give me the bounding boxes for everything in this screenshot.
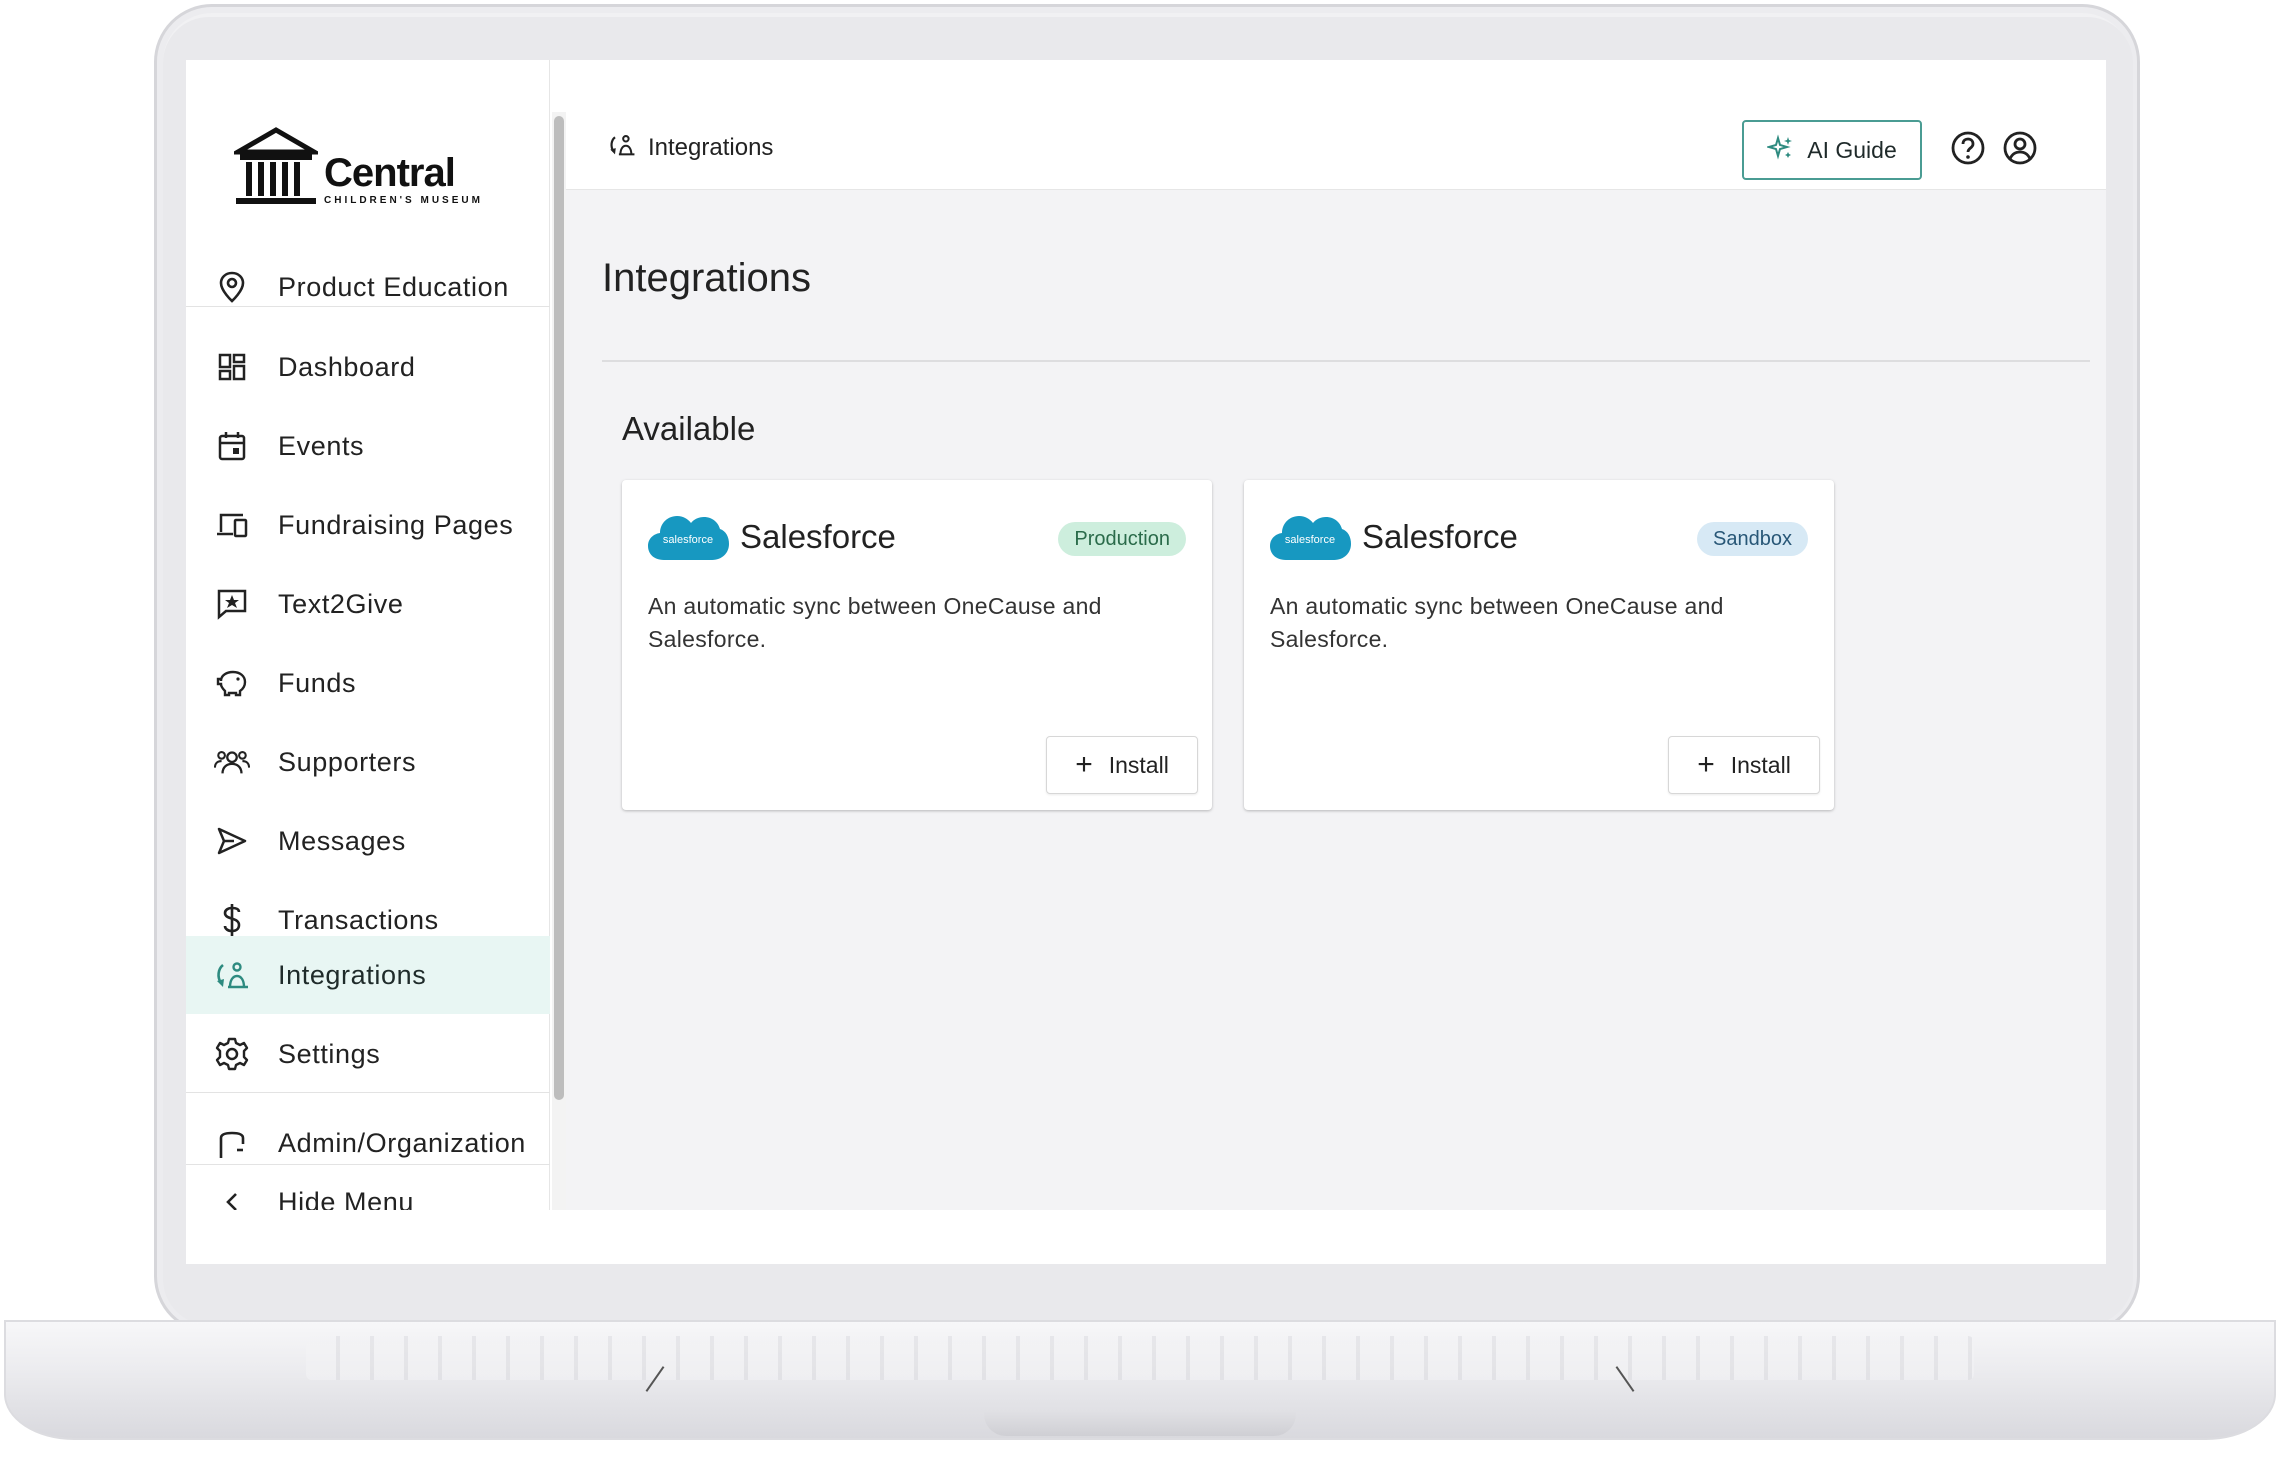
sidebar-item-label: Messages: [278, 825, 406, 856]
help-button[interactable]: [1946, 128, 1990, 172]
page-title: Integrations: [602, 256, 812, 300]
section-title-available: Available: [622, 410, 756, 447]
ai-guide-label: AI Guide: [1807, 136, 1897, 163]
breadcrumb-label: Integrations: [648, 133, 774, 161]
card-description: An automatic sync between OneCause and S…: [1270, 593, 1724, 652]
dollar-icon: [214, 902, 250, 938]
user-circle-icon: [2002, 130, 2038, 171]
integration-card-salesforce-sandbox: salesforce Salesforce Sandbox An automat…: [1244, 480, 1834, 810]
sidebar-item-label: Events: [278, 430, 365, 461]
sidebar-item-label: Dashboard: [278, 351, 416, 382]
sidebar-item-label: Text2Give: [278, 588, 404, 619]
admin-icon: [214, 1128, 250, 1164]
sidebar-scrollbar-thumb[interactable]: [554, 116, 564, 1100]
dashboard-icon: [214, 349, 250, 385]
brand-name: Central: [324, 151, 456, 195]
sidebar-item-label: Funds: [278, 667, 357, 698]
message-star-icon: [214, 586, 250, 622]
sidebar-item-settings[interactable]: Settings: [186, 1015, 550, 1093]
brand-subtitle: CHILDREN'S MUSEUM: [324, 195, 483, 206]
salesforce-logo-icon: salesforce: [1270, 516, 1351, 560]
salesforce-logo-icon: salesforce: [648, 516, 729, 560]
screen-bottom-margin: [186, 1210, 2106, 1264]
svg-text:salesforce: salesforce: [663, 534, 713, 546]
sidebar-item-text2give[interactable]: Text2Give: [186, 565, 550, 643]
sidebar-item-integrations[interactable]: Integrations: [186, 936, 550, 1014]
sidebar-item-label: Supporters: [278, 746, 417, 777]
ai-guide-button[interactable]: AI Guide: [1742, 120, 1922, 180]
laptop-keyboard: [306, 1336, 1974, 1380]
sidebar-item-supporters[interactable]: Supporters: [186, 723, 550, 801]
laptop-hinge: [984, 1410, 1296, 1436]
card-title: Salesforce: [1362, 518, 1518, 555]
sidebar-item-dashboard[interactable]: Dashboard: [186, 328, 550, 406]
status-badge: Production: [1058, 522, 1186, 556]
sidebar-item-fundraising-pages[interactable]: Fundraising Pages: [186, 486, 550, 564]
sidebar-item-label: Product Education: [278, 271, 509, 302]
sidebar: Central CHILDREN'S MUSEUM Product Educat…: [186, 60, 550, 1217]
install-label: Install: [1108, 751, 1169, 778]
map-pin-icon: [214, 269, 250, 305]
people-icon: [214, 744, 250, 780]
help-icon: [1950, 130, 1986, 171]
send-icon: [214, 823, 250, 859]
status-badge: Sandbox: [1697, 522, 1808, 556]
piggy-bank-icon: [214, 665, 250, 701]
sidebar-divider: [186, 306, 550, 307]
calendar-icon: [214, 428, 250, 464]
gear-icon: [214, 1036, 250, 1072]
brand-logo[interactable]: Central CHILDREN'S MUSEUM: [234, 122, 506, 210]
sidebar-item-label: Fundraising Pages: [278, 509, 514, 540]
devices-icon: [214, 507, 250, 543]
plus-icon: +: [1075, 748, 1093, 781]
title-divider: [602, 360, 2090, 362]
card-description: An automatic sync between OneCause and S…: [648, 593, 1102, 652]
sidebar-item-events[interactable]: Events: [186, 407, 550, 485]
sidebar-item-funds[interactable]: Funds: [186, 644, 550, 722]
sidebar-item-label: Settings: [278, 1038, 381, 1069]
main-content: Integrations AI Guide Integrations Avail…: [566, 60, 2106, 1210]
plus-icon: +: [1697, 748, 1715, 781]
sidebar-divider: [186, 1092, 550, 1093]
install-button[interactable]: + Install: [1046, 736, 1198, 794]
sidebar-item-label: Integrations: [278, 959, 427, 990]
top-bar: Integrations AI Guide: [566, 60, 2106, 190]
breadcrumb[interactable]: Integrations: [608, 132, 773, 163]
screen: Central CHILDREN'S MUSEUM Product Educat…: [186, 60, 2106, 1264]
sidebar-item-product-education[interactable]: Product Education: [186, 248, 550, 326]
integration-card-salesforce-production: salesforce Salesforce Production An auto…: [622, 480, 1212, 810]
integrations-icon: [214, 957, 250, 993]
card-title: Salesforce: [740, 518, 896, 555]
install-label: Install: [1730, 751, 1791, 778]
install-button[interactable]: + Install: [1668, 736, 1820, 794]
sidebar-item-messages[interactable]: Messages: [186, 802, 550, 880]
sparkle-icon: [1765, 133, 1795, 167]
account-button[interactable]: [1998, 128, 2042, 172]
integrations-icon: [608, 132, 636, 163]
museum-building-icon: [234, 127, 318, 204]
sidebar-item-label: Transactions: [278, 904, 439, 935]
svg-text:salesforce: salesforce: [1285, 534, 1335, 546]
sidebar-item-label: Admin/Organization: [278, 1128, 526, 1158]
sidebar-item-admin-organization[interactable]: Admin/Organization: [186, 1112, 550, 1164]
